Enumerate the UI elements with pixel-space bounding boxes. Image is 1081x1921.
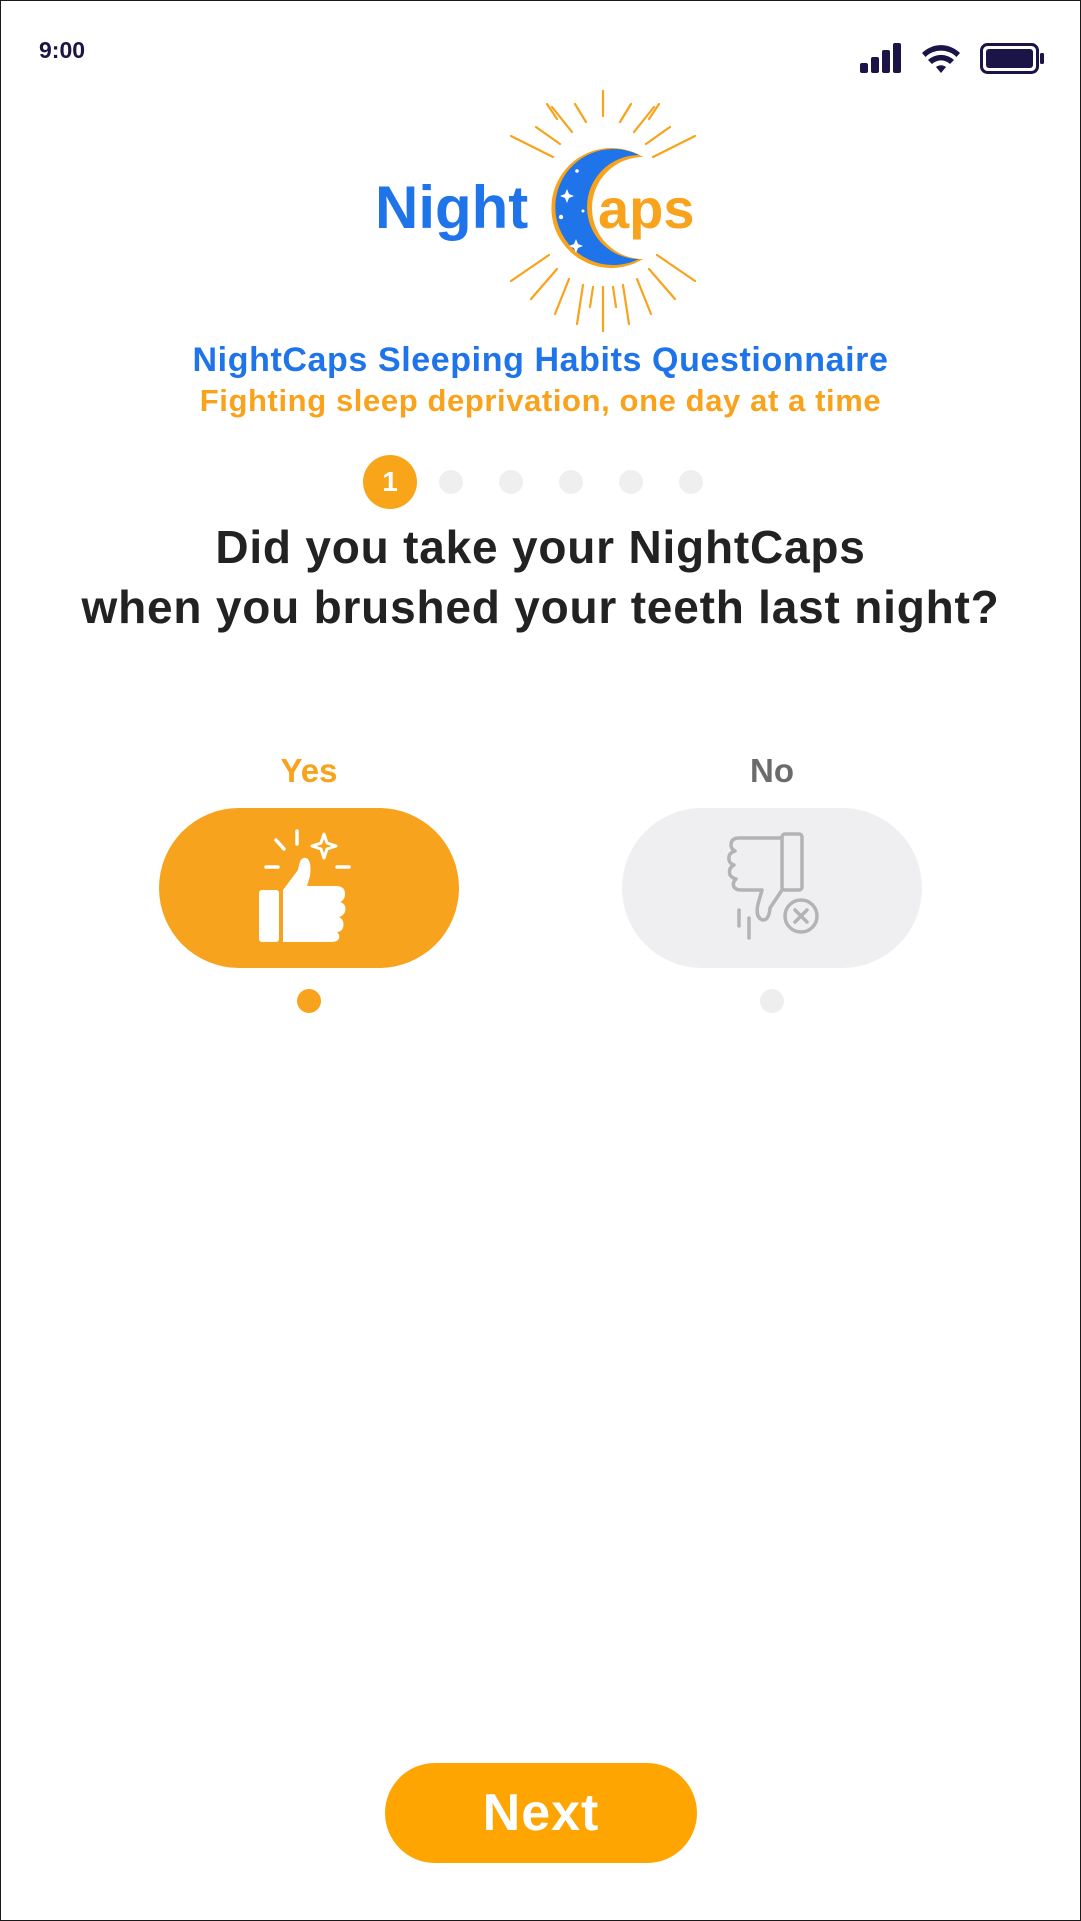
- step-indicator: [499, 470, 523, 494]
- step-indicator: [679, 470, 703, 494]
- status-time: 9:00: [39, 37, 86, 63]
- step-indicator: [559, 470, 583, 494]
- option-no-radio[interactable]: [760, 989, 784, 1013]
- question-line-2: when you brushed your teeth last night?: [81, 581, 1000, 633]
- questionnaire-subtitle: Fighting sleep deprivation, one day at a…: [199, 383, 882, 418]
- thumbs-down-icon: [727, 832, 819, 940]
- questionnaire-title: NightCaps Sleeping Habits Questionnaire: [192, 341, 889, 379]
- option-yes[interactable]: Yes: [159, 746, 459, 1013]
- option-yes-button[interactable]: [159, 808, 459, 968]
- step-indicator-current: 1: [363, 455, 417, 509]
- signal-icon: [860, 43, 901, 73]
- thumbs-up-icon: [259, 829, 351, 942]
- phone-screen: 9:00 Night aps NightCaps Sleeping Habits…: [0, 0, 1081, 1921]
- option-no[interactable]: No: [622, 746, 922, 1013]
- step-indicator: [619, 470, 643, 494]
- option-no-label: No: [750, 752, 794, 789]
- nightcaps-logo: Night aps: [371, 89, 716, 334]
- battery-icon: [980, 43, 1044, 74]
- step-progress: 1: [363, 455, 703, 509]
- step-indicator: [439, 470, 463, 494]
- question-text: Did you take your NightCaps when you bru…: [1, 517, 1080, 637]
- logo-word-aps: aps: [598, 177, 695, 240]
- next-button[interactable]: Next: [385, 1763, 697, 1863]
- option-no-button[interactable]: [622, 808, 922, 968]
- status-icons: [860, 39, 1046, 79]
- option-yes-label: Yes: [280, 752, 338, 789]
- wifi-icon: [922, 45, 960, 73]
- question-line-1: Did you take your NightCaps: [215, 521, 866, 573]
- logo-word-night: Night: [375, 174, 528, 241]
- option-yes-radio[interactable]: [297, 989, 321, 1013]
